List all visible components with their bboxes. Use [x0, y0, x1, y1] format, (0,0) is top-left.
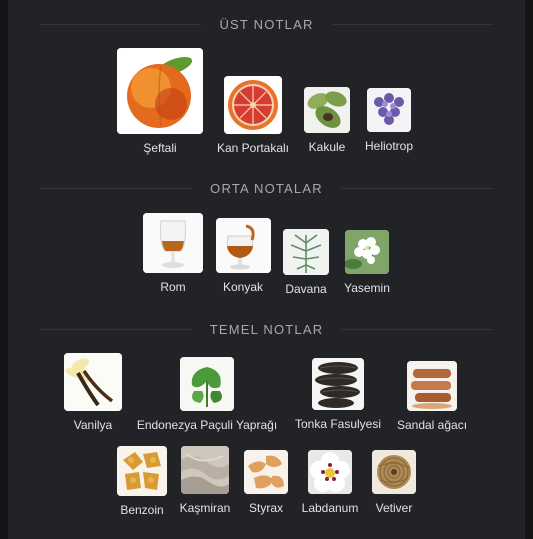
cognac-glass-icon	[215, 218, 271, 273]
note-vanilla[interactable]: Vanilya	[62, 353, 124, 432]
jasmine-icon	[345, 230, 389, 274]
benzoin-icon	[117, 446, 167, 496]
note-label: Rom	[160, 280, 186, 294]
styrax-icon	[244, 450, 288, 494]
window-edge-right	[525, 0, 533, 539]
divider	[40, 23, 202, 25]
top-notes-header: ÜST NOTLAR	[40, 14, 494, 34]
vanilla-icon	[64, 353, 122, 411]
patchouli-leaf-icon	[180, 357, 234, 411]
note-cardamom[interactable]: Kakule	[303, 87, 351, 154]
note-label: Endonezya Paçuli Yaprağı	[136, 418, 278, 432]
divider	[331, 23, 494, 25]
cashmeran-icon	[181, 446, 229, 494]
note-styrax[interactable]: Styrax	[243, 450, 289, 515]
tonka-bean-icon	[312, 358, 364, 410]
note-label: Vanilya	[73, 418, 113, 432]
labdanum-icon	[308, 450, 352, 494]
divider	[341, 328, 494, 330]
note-heliotrope[interactable]: Heliotrop	[362, 88, 416, 153]
note-label: Labdanum	[301, 501, 359, 515]
note-label: Benzoin	[120, 503, 164, 517]
note-label: Davana	[285, 282, 327, 296]
blood-orange-icon	[224, 76, 282, 134]
note-jasmine[interactable]: Yasemin	[342, 230, 392, 295]
divider	[40, 187, 193, 189]
cardamom-icon	[304, 87, 350, 133]
note-label: Konyak	[222, 280, 264, 294]
note-blood-orange[interactable]: Kan Portakalı	[214, 76, 292, 155]
note-labdanum[interactable]: Labdanum	[298, 450, 362, 515]
note-label: Heliotrop	[364, 139, 414, 153]
window-edge-left	[0, 0, 8, 539]
sandalwood-icon	[407, 361, 457, 411]
peach-icon	[117, 48, 203, 134]
note-rum[interactable]: Rom	[142, 213, 204, 294]
note-benzoin[interactable]: Benzoin	[114, 446, 170, 517]
top-notes-title: ÜST NOTLAR	[219, 16, 314, 32]
note-sandalwood[interactable]: Sandal ağacı	[393, 361, 471, 432]
note-peach[interactable]: Şeftali	[117, 48, 203, 155]
note-label: Kakule	[308, 140, 346, 154]
note-vetiver[interactable]: Vetiver	[370, 450, 418, 515]
davana-icon	[283, 229, 329, 275]
note-label: Vetiver	[375, 501, 413, 515]
note-davana[interactable]: Davana	[283, 229, 329, 296]
divider	[340, 187, 493, 189]
base-notes-title: TEMEL NOTLAR	[209, 321, 324, 337]
note-label: Kaşmiran	[179, 501, 231, 515]
note-cashmeran[interactable]: Kaşmiran	[176, 446, 234, 515]
middle-notes-title: ORTA NOTALAR	[210, 180, 323, 196]
note-label: Sandal ağacı	[396, 418, 468, 432]
note-cognac[interactable]: Konyak	[215, 218, 271, 294]
divider	[40, 328, 192, 330]
note-label: Styrax	[248, 501, 283, 515]
heliotrope-icon	[367, 88, 411, 132]
note-label: Kan Portakalı	[216, 141, 290, 155]
note-label: Şeftali	[143, 141, 177, 155]
base-notes-header: TEMEL NOTLAR	[40, 319, 494, 339]
note-label: Tonka Fasulyesi	[294, 417, 382, 431]
note-patchouli[interactable]: Endonezya Paçuli Yaprağı	[132, 357, 282, 432]
vetiver-icon	[372, 450, 416, 494]
middle-notes-header: ORTA NOTALAR	[40, 178, 493, 198]
note-tonka-bean[interactable]: Tonka Fasulyesi	[291, 358, 385, 431]
note-label: Yasemin	[344, 281, 390, 295]
rum-glass-icon	[143, 213, 203, 273]
